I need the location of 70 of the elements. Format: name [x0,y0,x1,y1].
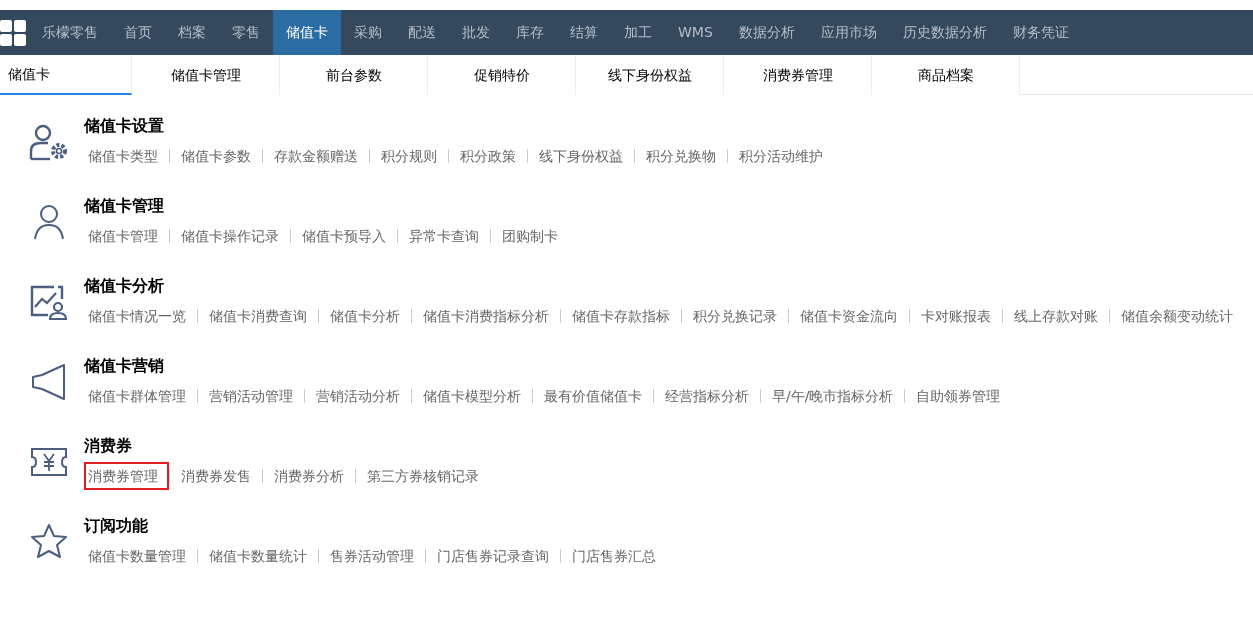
menu-link[interactable]: 消费券管理 [84,462,169,490]
menu-link[interactable]: 线上存款对账 [1003,302,1109,330]
sub-tab[interactable]: 前台参数 [280,55,428,95]
sub-tab[interactable]: 消费券管理 [724,55,872,95]
menu-link[interactable]: 存款金额赠送 [263,142,369,170]
menu-link[interactable]: 储值卡情况一览 [84,302,197,330]
sub-tab[interactable]: 线下身份权益 [576,55,724,95]
menu-link[interactable]: 储值卡存款指标 [561,302,681,330]
menu-link[interactable]: 门店售券汇总 [561,542,667,570]
grid-logo-icon[interactable] [0,19,26,46]
sub-tab[interactable]: 储值卡管理 [132,55,280,95]
section-title: 储值卡营销 [84,355,165,377]
menu-link[interactable]: 储值卡消费指标分析 [412,302,560,330]
menu-link[interactable]: 早/午/晚市指标分析 [761,382,905,410]
menu-link[interactable]: 储值卡分析 [319,302,411,330]
nav-menu-item[interactable]: WMS [665,10,726,55]
menu-link[interactable]: 积分兑换物 [635,142,727,170]
menu-link[interactable]: 经营指标分析 [654,382,760,410]
menu-link[interactable]: 储值余额变动统计 [1110,302,1244,330]
nav-menu-item[interactable]: 首页 [111,10,165,55]
menu-link[interactable]: 售券活动管理 [319,542,425,570]
menu-link[interactable]: 储值卡消费查询 [198,302,318,330]
menu-link[interactable]: 消费券发售 [170,462,262,490]
menu-link[interactable]: 储值卡操作记录 [170,222,290,250]
menu-link[interactable]: 储值卡管理 [84,222,169,250]
menu-link[interactable]: 门店售券记录查询 [426,542,560,570]
menu-link[interactable]: 积分兑换记录 [682,302,788,330]
nav-menu-item[interactable]: 财务凭证 [999,10,1082,55]
menu-link[interactable]: 储值卡群体管理 [84,382,197,410]
menu-link[interactable]: 储值卡类型 [84,142,169,170]
menu-link[interactable]: 储值卡数量统计 [198,542,318,570]
nav-menu-item[interactable]: 加工 [611,10,665,55]
nav-menu-item[interactable]: 结算 [557,10,611,55]
brand-name: 乐檬零售 [41,23,99,42]
menu-link[interactable]: 团购制卡 [491,222,569,250]
nav-menu-item[interactable]: 配送 [395,10,449,55]
section-title: 订阅功能 [84,515,149,537]
nav-menu-item[interactable]: 数据分析 [725,10,808,55]
section-title: 储值卡设置 [84,115,165,137]
menu-link[interactable]: 积分规则 [370,142,448,170]
nav-menu-item[interactable]: 历史数据分析 [889,10,1000,55]
menu-link[interactable]: 消费券分析 [263,462,355,490]
sub-tab[interactable]: 促销特价 [428,55,576,95]
sub-tab[interactable]: 储值卡 [0,55,132,95]
menu-link[interactable]: 储值卡参数 [170,142,262,170]
section-title: 消费券 [84,435,133,457]
menu-link[interactable]: 积分活动维护 [728,142,834,170]
menu-link[interactable]: 自助领券管理 [905,382,1012,410]
nav-menu-item[interactable]: 档案 [165,10,219,55]
menu-link[interactable]: 营销活动分析 [305,382,411,410]
sub-tab[interactable]: 商品档案 [872,55,1020,95]
menu-link[interactable]: 卡对账报表 [910,302,1002,330]
menu-link[interactable]: 异常卡查询 [398,222,490,250]
menu-link[interactable]: 储值卡模型分析 [412,382,532,410]
menu-link[interactable]: 积分政策 [449,142,527,170]
nav-menu-item[interactable]: 储值卡 [273,10,341,55]
menu-link[interactable]: 线下身份权益 [528,142,634,170]
menu-link[interactable]: 储值卡资金流向 [789,302,909,330]
menu-link[interactable]: 储值卡预导入 [291,222,397,250]
nav-menu-item[interactable]: 应用市场 [807,10,890,55]
menu-link[interactable]: 第三方券核销记录 [356,462,490,490]
menu-link[interactable]: 储值卡数量管理 [84,542,197,570]
nav-menu-item[interactable]: 库存 [503,10,557,55]
nav-menu-item[interactable]: 批发 [449,10,503,55]
nav-menu-item[interactable]: 零售 [219,10,273,55]
menu-link[interactable]: 营销活动管理 [198,382,304,410]
menu-link[interactable]: 最有价值储值卡 [533,382,653,410]
nav-menu-item[interactable]: 采购 [341,10,395,55]
section-title: 储值卡分析 [84,275,165,297]
section-title: 储值卡管理 [84,195,165,217]
